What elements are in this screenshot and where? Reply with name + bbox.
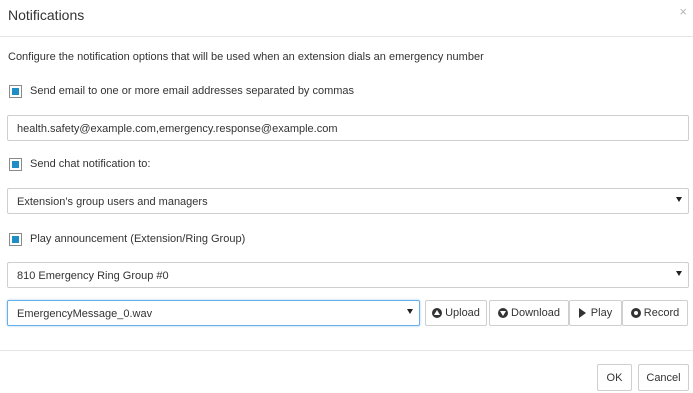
chat-checkbox-label: Send chat notification to:	[30, 158, 151, 170]
dialog-header: Notifications ×	[0, 0, 693, 37]
notifications-dialog: Notifications × Configure the notificati…	[0, 0, 693, 393]
ring-group-value: 810 Emergency Ring Group #0	[17, 270, 169, 282]
play-button-label: Play	[590, 307, 613, 319]
chat-checkbox[interactable]	[9, 157, 22, 171]
chevron-down-icon	[407, 309, 413, 314]
record-button-label: Record	[643, 307, 680, 319]
record-icon	[630, 308, 641, 318]
announcement-file-select[interactable]: EmergencyMessage_0.wav	[7, 300, 420, 326]
upload-button-label: Upload	[445, 307, 480, 319]
play-icon	[578, 308, 586, 318]
checkbox-checked-mark	[12, 160, 19, 168]
announcement-file-value: EmergencyMessage_0.wav	[17, 308, 153, 320]
cancel-button[interactable]: Cancel	[638, 364, 689, 391]
chevron-down-icon	[676, 197, 682, 202]
chat-recipients-value: Extension’s group users and managers	[17, 196, 208, 208]
download-button[interactable]: Download	[489, 300, 569, 326]
upload-button[interactable]: Upload	[425, 300, 487, 326]
play-button[interactable]: Play	[569, 300, 622, 326]
dialog-title: Notifications	[8, 7, 85, 23]
ring-group-select[interactable]: 810 Emergency Ring Group #0	[7, 262, 689, 288]
email-checkbox-label: Send email to one or more email addresse…	[30, 85, 355, 97]
email-option: Send email to one or more email addresse…	[9, 84, 354, 98]
email-checkbox[interactable]	[9, 84, 22, 98]
download-icon	[498, 308, 509, 318]
dialog-description: Configure the notification options that …	[8, 51, 484, 63]
checkbox-checked-mark	[12, 87, 19, 95]
checkbox-checked-mark	[12, 235, 19, 243]
email-addresses-input[interactable]: health.safety@example.com,emergency.resp…	[7, 115, 689, 141]
dialog-footer: OK Cancel	[0, 350, 693, 393]
chat-recipients-select[interactable]: Extension’s group users and managers	[7, 188, 689, 214]
record-button[interactable]: Record	[622, 300, 688, 326]
chevron-down-icon	[676, 271, 682, 276]
download-button-label: Download	[511, 307, 560, 319]
close-icon[interactable]: ×	[679, 5, 687, 18]
upload-icon	[432, 308, 443, 318]
announcement-checkbox-label: Play announcement (Extension/Ring Group)	[30, 233, 246, 245]
email-addresses-value: health.safety@example.com,emergency.resp…	[17, 123, 338, 135]
ok-button[interactable]: OK	[597, 364, 632, 391]
chat-option: Send chat notification to:	[9, 157, 150, 171]
announcement-checkbox[interactable]	[9, 232, 22, 246]
announcement-option: Play announcement (Extension/Ring Group)	[9, 232, 245, 246]
